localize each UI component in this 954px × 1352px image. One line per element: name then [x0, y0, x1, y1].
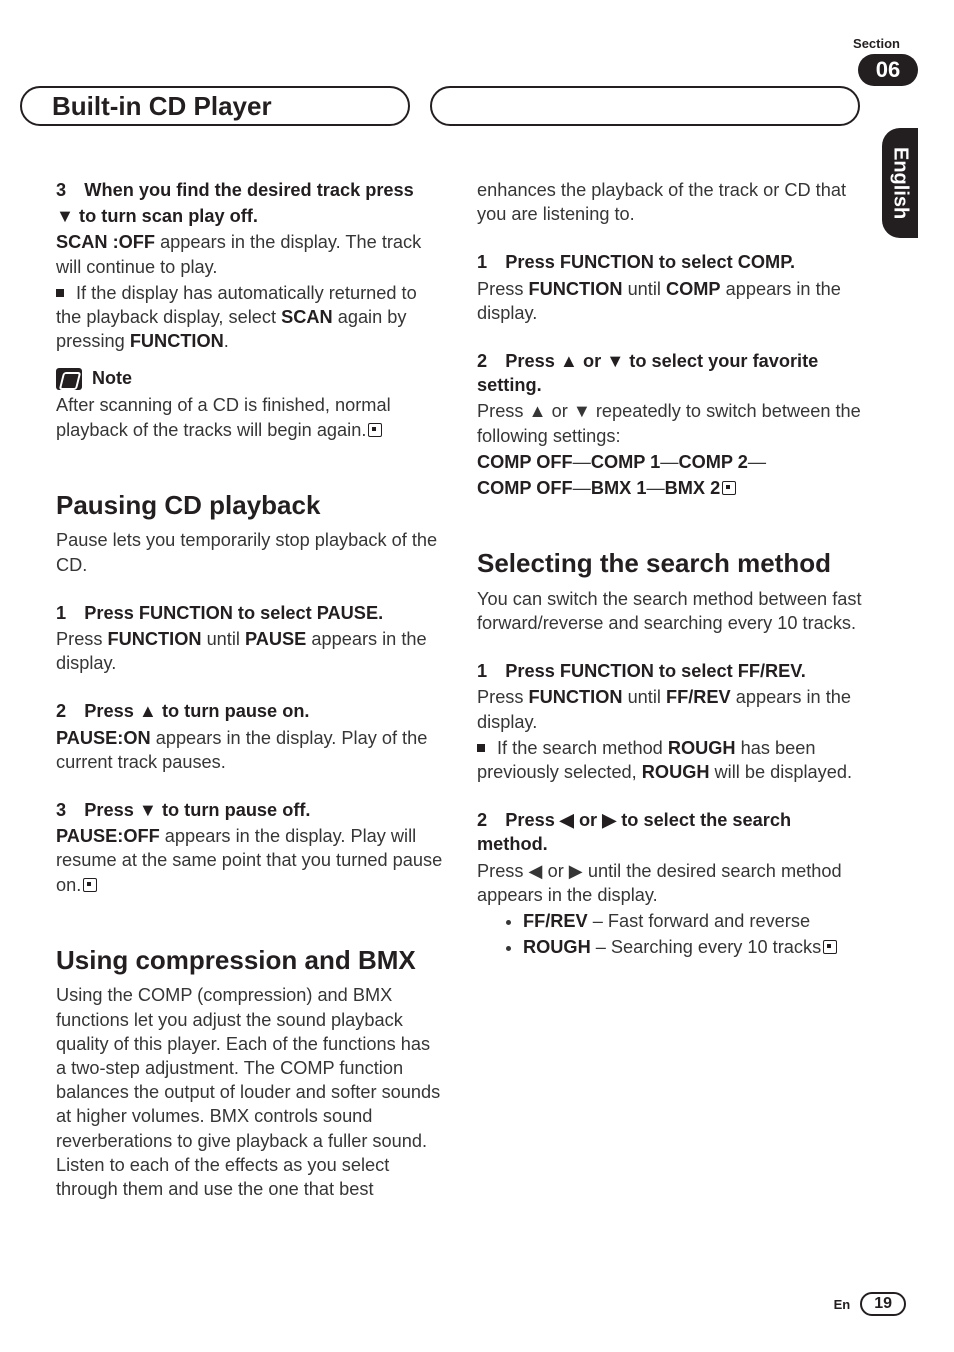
step-heading: 3 Press ▼ to turn pause off. [56, 798, 443, 822]
body-text: PAUSE:OFF appears in the display. Play w… [56, 824, 443, 897]
footer-lang: En [834, 1297, 851, 1312]
step-heading: ▼ to turn scan play off. [56, 204, 443, 228]
body-text: COMP OFF—COMP 1—COMP 2— [477, 450, 864, 474]
body-text: COMP OFF—BMX 1—BMX 2 [477, 476, 864, 500]
chapter-title-pill: Built-in CD Player [20, 86, 410, 126]
options-list: FF/REV – Fast forward and reverse ROUGH … [477, 909, 864, 959]
body-text: Press FUNCTION until PAUSE appears in th… [56, 627, 443, 675]
language-label: English [889, 147, 912, 219]
step-heading: 1 Press FUNCTION to select COMP. [477, 250, 864, 274]
body-text: SCAN :OFF appears in the display. The tr… [56, 230, 443, 278]
body-text: Pause lets you temporarily stop playback… [56, 528, 443, 576]
chapter-title: Built-in CD Player [52, 91, 272, 122]
note-icon [56, 368, 82, 390]
body-text: PAUSE:ON appears in the display. Play of… [56, 726, 443, 774]
step-heading: 2 Press ◀ or ▶ to select the search meth… [477, 808, 864, 856]
body-text: Press ◀ or ▶ until the desired search me… [477, 859, 864, 907]
page-header: Section Built-in CD Player 06 [0, 36, 954, 96]
note-label: Note [92, 367, 132, 391]
bullet-square-icon [56, 289, 64, 297]
section-label: Section [853, 36, 900, 51]
end-mark-icon [83, 878, 97, 892]
section-number-pill: 06 [858, 54, 918, 86]
end-mark-icon [823, 940, 837, 954]
step-heading: 1 Press FUNCTION to select FF/REV. [477, 659, 864, 683]
section-heading-pausing: Pausing CD playback [56, 488, 443, 523]
step-heading: 3 When you find the desired track press [56, 178, 443, 202]
body-text: You can switch the search method between… [477, 587, 864, 635]
page-number: 19 [860, 1292, 906, 1316]
body-text: Press FUNCTION until FF/REV appears in t… [477, 685, 864, 733]
body-bullet: If the display has automatically returne… [56, 281, 443, 354]
step-heading: 2 Press ▲ to turn pause on. [56, 699, 443, 723]
list-item: ROUGH – Searching every 10 tracks [523, 935, 864, 959]
section-heading-comp: Using compression and BMX [56, 943, 443, 978]
end-mark-icon [722, 481, 736, 495]
section-heading-search: Selecting the search method [477, 546, 864, 581]
page-footer: En 19 [834, 1292, 906, 1316]
body-text: enhances the playback of the track or CD… [477, 178, 864, 226]
note-body: After scanning of a CD is finished, norm… [56, 393, 443, 441]
body-columns: 3 When you find the desired track press … [56, 178, 864, 1272]
language-tab: English [882, 128, 918, 238]
note-block: Note [56, 367, 443, 391]
body-text: Press FUNCTION until COMP appears in the… [477, 277, 864, 325]
body-text: Using the COMP (compression) and BMX fun… [56, 983, 443, 1201]
body-bullet: If the search method ROUGH has been prev… [477, 736, 864, 784]
body-text: Press ▲ or ▼ repeatedly to switch betwee… [477, 399, 864, 447]
section-number: 06 [876, 57, 900, 83]
step-heading: 1 Press FUNCTION to select PAUSE. [56, 601, 443, 625]
end-mark-icon [368, 423, 382, 437]
step-heading: 2 Press ▲ or ▼ to select your favorite s… [477, 349, 864, 397]
header-right-pill [430, 86, 860, 126]
bullet-square-icon [477, 744, 485, 752]
list-item: FF/REV – Fast forward and reverse [523, 909, 864, 933]
